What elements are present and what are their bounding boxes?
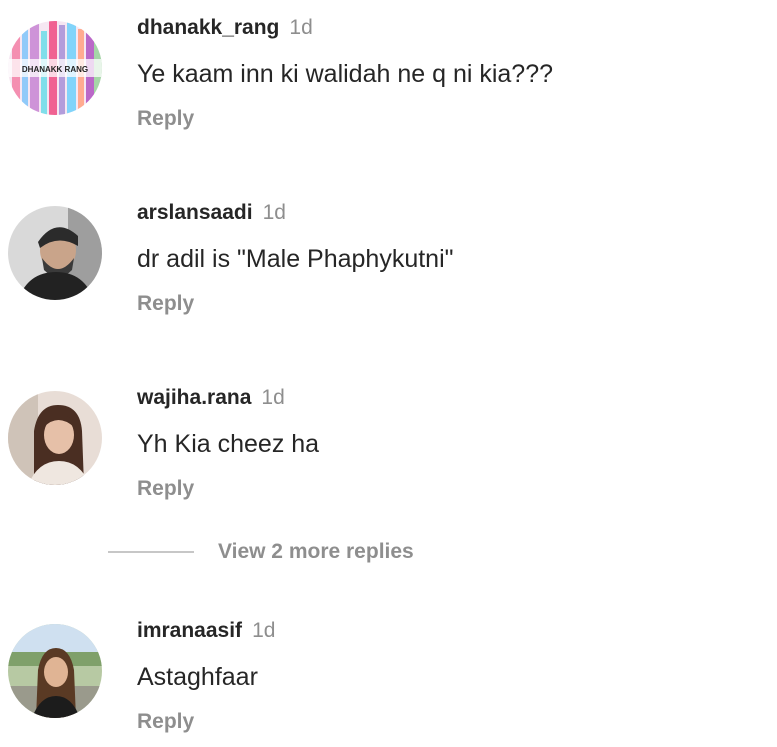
- username[interactable]: imranaasif: [137, 619, 242, 642]
- avatar[interactable]: DHANAKK RANG: [8, 21, 102, 115]
- avatar-logo-text: DHANAKK RANG: [22, 65, 88, 74]
- avatar-image: [8, 206, 102, 300]
- comment-meta: arslansaadi 1d: [137, 201, 286, 225]
- timestamp: 1d: [289, 16, 313, 39]
- username[interactable]: wajiha.rana: [137, 386, 251, 409]
- reply-button[interactable]: Reply: [137, 710, 194, 734]
- reply-button[interactable]: Reply: [137, 477, 194, 501]
- comment-meta: dhanakk_rang 1d: [137, 16, 313, 40]
- timestamp: 1d: [252, 619, 276, 642]
- comment-text: Ye kaam inn ki walidah ne q ni kia???: [137, 60, 554, 88]
- timestamp: 1d: [262, 201, 286, 224]
- comment-meta: wajiha.rana 1d: [137, 386, 285, 410]
- comment-text: dr adil is "Male Phaphykutni": [137, 245, 454, 273]
- username[interactable]: dhanakk_rang: [137, 16, 279, 39]
- view-more-replies-button[interactable]: View 2 more replies: [108, 537, 414, 567]
- reply-button[interactable]: Reply: [137, 292, 194, 316]
- timestamp: 1d: [261, 386, 285, 409]
- avatar-image: DHANAKK RANG: [8, 21, 102, 115]
- view-more-replies-label: View 2 more replies: [218, 540, 414, 563]
- avatar-image: [8, 391, 102, 485]
- divider-line: [108, 551, 194, 553]
- avatar[interactable]: [8, 624, 102, 718]
- comment-text: Astaghfaar: [137, 663, 258, 691]
- reply-button[interactable]: Reply: [137, 107, 194, 131]
- username[interactable]: arslansaadi: [137, 201, 253, 224]
- avatar[interactable]: [8, 206, 102, 300]
- comment-meta: imranaasif 1d: [137, 619, 275, 643]
- comment-text: Yh Kia cheez ha: [137, 430, 320, 458]
- avatar-image: [8, 624, 102, 718]
- avatar[interactable]: [8, 391, 102, 485]
